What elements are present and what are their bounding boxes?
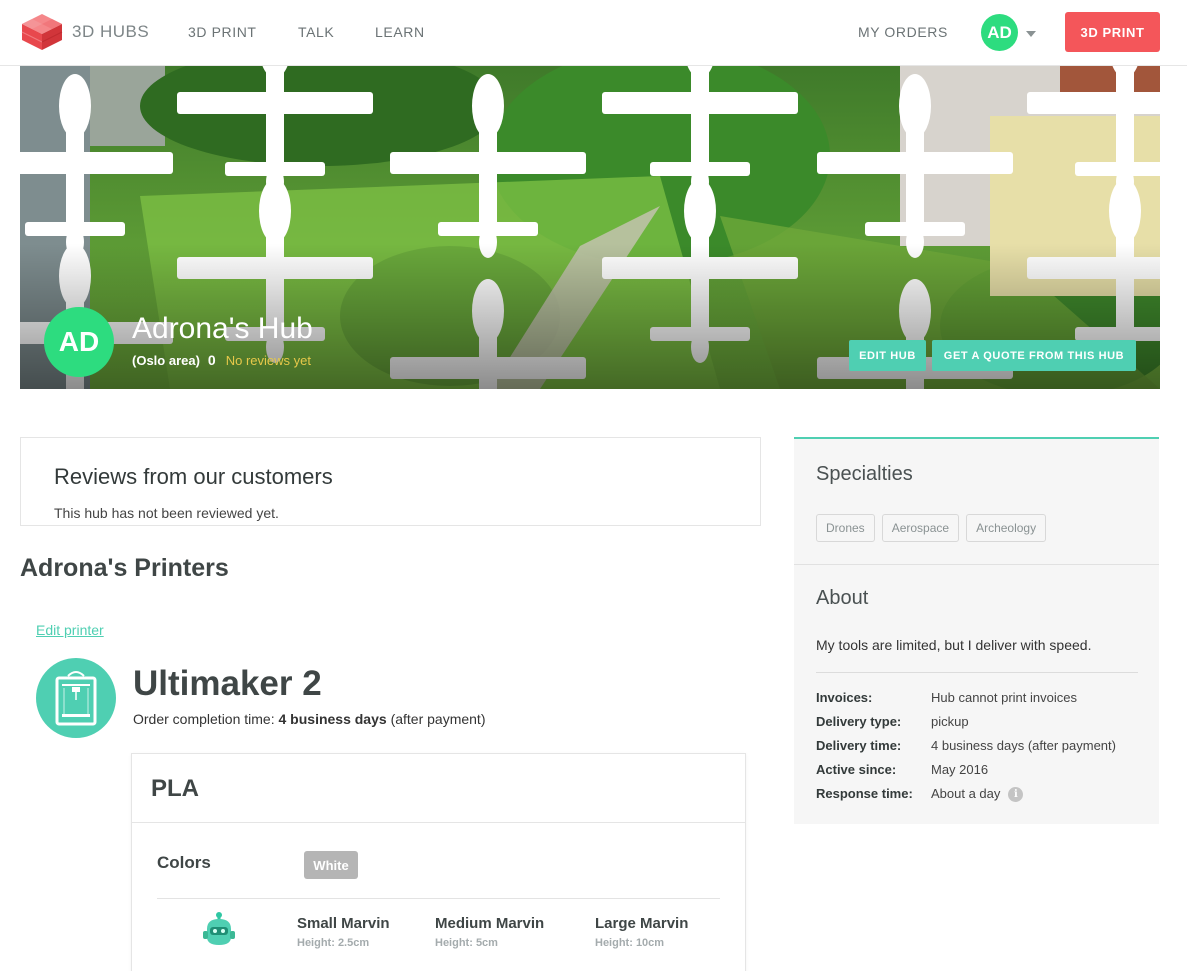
size-name: Small Marvin xyxy=(297,915,390,932)
info-icon[interactable]: i xyxy=(1008,787,1024,802)
review-count: 0 xyxy=(207,352,216,368)
divider xyxy=(132,822,745,823)
info-row-delivery-type: Delivery type: pickup xyxy=(816,714,1116,738)
reviews-empty-text: This hub has not been reviewed yet. xyxy=(54,505,279,521)
completion-time-value: 4 business days xyxy=(278,711,387,727)
reviews-card: Reviews from our customers This hub has … xyxy=(20,437,761,526)
info-key: Delivery time: xyxy=(816,738,902,753)
3d-print-button[interactable]: 3D PRINT xyxy=(1065,12,1160,52)
completion-time-label: Order completion time: xyxy=(133,711,275,727)
size-small: Small Marvin Height: 2.5cm xyxy=(297,915,390,949)
info-value: May 2016 xyxy=(931,762,989,777)
specialty-tag[interactable]: Aerospace xyxy=(881,514,960,542)
size-height: Height: 5cm xyxy=(435,937,498,949)
size-height: Height: 10cm xyxy=(595,937,665,949)
order-completion-time: Order completion time: 4 business days (… xyxy=(133,711,486,727)
hub-cover: AD Adrona's Hub (Oslo area) 0 No reviews… xyxy=(20,66,1160,389)
info-value: About a day xyxy=(931,786,1001,801)
hub-title: Adrona's Hub xyxy=(132,312,313,345)
about-title: About xyxy=(816,587,869,609)
hub-avatar: AD xyxy=(44,307,114,377)
size-height: Height: 2.5cm xyxy=(297,937,370,949)
info-key: Invoices: xyxy=(816,690,873,705)
printers-section-title: Adrona's Printers xyxy=(20,554,229,582)
info-value: pickup xyxy=(931,714,969,729)
top-navigation-bar: 3D HUBS 3D PRINT TALK LEARN MY ORDERS AD… xyxy=(0,0,1187,66)
info-row-invoices: Invoices: Hub cannot print invoices xyxy=(816,690,1116,714)
completion-time-note: (after payment) xyxy=(390,711,486,727)
chevron-down-icon[interactable] xyxy=(1026,31,1036,37)
printer-glyph xyxy=(55,671,97,726)
about-text: My tools are limited, but I deliver with… xyxy=(816,637,1092,653)
hub-location: (Oslo area) xyxy=(132,353,200,368)
hub-subtitle: (Oslo area) 0 No reviews yet xyxy=(132,352,311,368)
colors-label: Colors xyxy=(157,853,211,872)
logo-text: 3D HUBS xyxy=(72,22,150,41)
printer-icon xyxy=(36,658,116,738)
specialties-title: Specialties xyxy=(816,463,913,485)
marvin-icon xyxy=(203,912,235,945)
material-card: PLA Colors White Small Marvin Height: 2.… xyxy=(131,753,746,971)
hub-sidebar: Specialties Drones Aerospace Archeology … xyxy=(794,437,1159,824)
logo-icon xyxy=(21,14,63,50)
specialty-tags: Drones Aerospace Archeology xyxy=(816,514,1047,542)
nav-talk[interactable]: TALK xyxy=(298,24,334,40)
info-row-active-since: Active since: May 2016 xyxy=(816,762,1116,786)
nav-my-orders[interactable]: MY ORDERS xyxy=(858,24,948,40)
specialty-tag[interactable]: Drones xyxy=(816,514,875,542)
info-row-response-time: Response time: About a day i xyxy=(816,786,1116,810)
printer-name: Ultimaker 2 xyxy=(133,664,322,703)
info-value-wrap: About a day i xyxy=(931,786,1024,810)
hub-info-list: Invoices: Hub cannot print invoices Deli… xyxy=(816,690,1116,810)
info-key: Response time: xyxy=(816,786,913,801)
logo[interactable]: 3D HUBS xyxy=(20,12,149,52)
divider xyxy=(794,564,1159,565)
specialty-tag[interactable]: Archeology xyxy=(966,514,1047,542)
edit-printer-link[interactable]: Edit printer xyxy=(36,622,104,638)
nav-learn[interactable]: LEARN xyxy=(375,24,425,40)
info-value: 4 business days (after payment) xyxy=(931,738,1116,753)
info-value: Hub cannot print invoices xyxy=(931,690,1077,705)
divider xyxy=(157,898,720,899)
get-quote-button[interactable]: GET A QUOTE FROM THIS HUB xyxy=(932,340,1136,371)
size-name: Medium Marvin xyxy=(435,915,545,932)
size-name: Large Marvin xyxy=(595,915,689,932)
info-key: Delivery type: xyxy=(816,714,902,729)
nav-3d-print[interactable]: 3D PRINT xyxy=(188,24,257,40)
no-reviews-label[interactable]: No reviews yet xyxy=(226,353,311,368)
edit-hub-button[interactable]: EDIT HUB xyxy=(849,340,926,371)
size-large: Large Marvin Height: 10cm xyxy=(595,915,688,949)
divider xyxy=(816,672,1138,673)
reviews-title: Reviews from our customers xyxy=(54,464,333,489)
user-avatar[interactable]: AD xyxy=(981,14,1018,51)
color-chip-white: White xyxy=(304,851,358,879)
size-medium: Medium Marvin Height: 5cm xyxy=(435,915,544,949)
material-name: PLA xyxy=(151,775,199,802)
info-row-delivery-time: Delivery time: 4 business days (after pa… xyxy=(816,738,1116,762)
info-key: Active since: xyxy=(816,762,897,777)
